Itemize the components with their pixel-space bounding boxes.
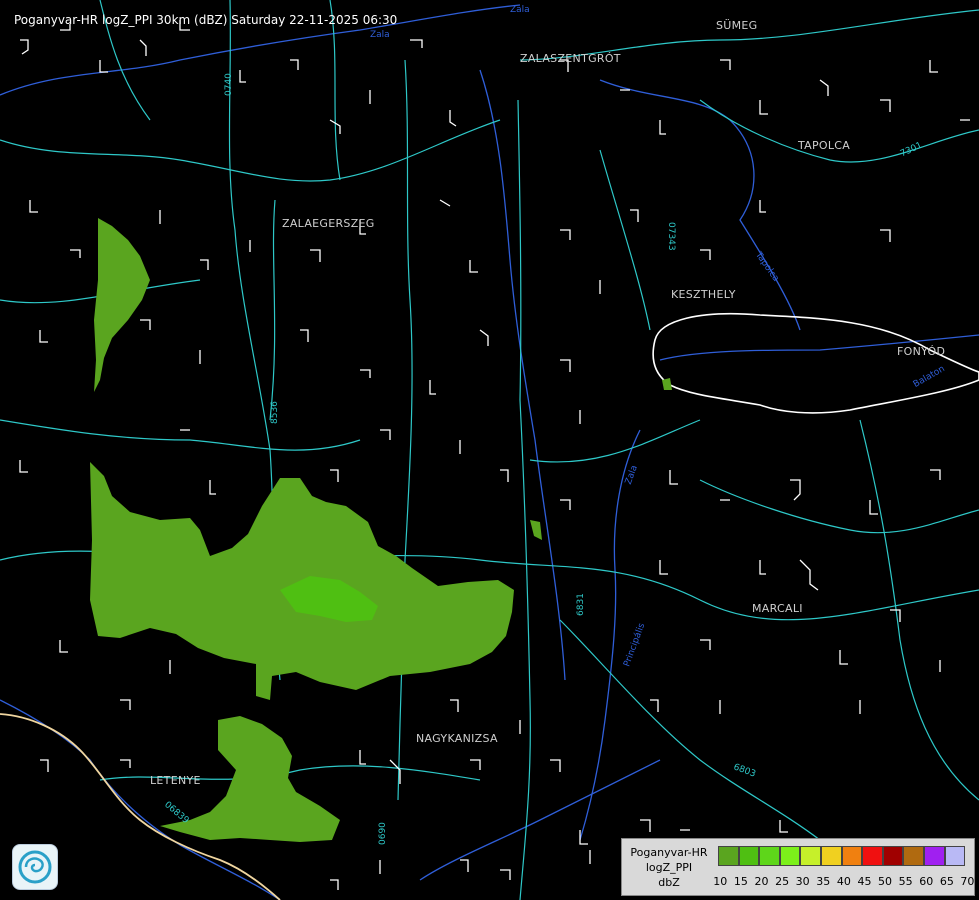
legend-tick: 10 <box>713 875 728 888</box>
city-label-keszthely: KESZTHELY <box>671 288 736 301</box>
legend-swatch <box>862 846 883 866</box>
legend-tick: 35 <box>816 875 831 888</box>
legend-tick: 25 <box>775 875 790 888</box>
city-label-sumeg: SÜMEG <box>716 19 758 32</box>
legend-source: Poganyvar-HR <box>630 846 708 859</box>
road-label: 07343 <box>666 222 676 251</box>
legend-swatch <box>923 846 945 866</box>
echo-small <box>530 520 542 540</box>
map-title: Poganyvar-HR logZ_PPI 30km (dBZ) Saturda… <box>14 13 398 27</box>
legend-title: Poganyvar-HR logZ_PPI dbZ <box>624 845 714 890</box>
city-label-nagykanizsa: NAGYKANIZSA <box>416 732 498 745</box>
legend-tick: 55 <box>898 875 913 888</box>
city-label-zalaszentgrot: ZALASZENTGRÓT <box>520 52 621 65</box>
radar-map <box>0 0 979 900</box>
legend-swatch <box>903 846 924 866</box>
road-label: 6831 <box>576 593 586 616</box>
color-legend: Poganyvar-HR logZ_PPI dbZ 10 15 20 25 30… <box>621 838 975 896</box>
road-label: 8536 <box>270 401 280 424</box>
legend-tick: 15 <box>733 875 748 888</box>
legend-tick: 20 <box>754 875 769 888</box>
legend-tick: 50 <box>878 875 893 888</box>
legend-swatch <box>738 846 760 866</box>
city-label-zalaegerszeg: ZALAEGERSZEG <box>282 217 375 230</box>
echo-dot <box>662 378 672 390</box>
legend-tick: 30 <box>795 875 810 888</box>
legend-swatches <box>718 846 966 866</box>
legend-swatch <box>759 846 780 866</box>
legend-tick: 70 <box>960 875 975 888</box>
legend-product: logZ_PPI <box>645 861 693 874</box>
radar-echoes <box>90 218 672 842</box>
legend-ticks: 10 15 20 25 30 35 40 45 50 55 60 65 70 <box>710 875 978 888</box>
legend-swatch <box>779 846 801 866</box>
river-label: Zala <box>370 30 390 40</box>
legend-tick: 45 <box>857 875 872 888</box>
city-label-marcali: MARCALI <box>752 602 803 615</box>
lake-balaton-shore <box>652 312 979 414</box>
legend-tick: 60 <box>919 875 934 888</box>
legend-tick: 40 <box>836 875 851 888</box>
legend-swatch <box>820 846 842 866</box>
city-label-letenye: LETENYE <box>150 774 201 787</box>
omsz-logo-icon <box>12 844 58 890</box>
legend-tick: 65 <box>939 875 954 888</box>
city-label-fonyod: FONYÓD <box>897 345 946 358</box>
legend-swatch <box>841 846 863 866</box>
roads <box>0 0 979 900</box>
legend-unit: dbZ <box>658 876 680 889</box>
legend-swatch <box>800 846 821 866</box>
road-label: 0690 <box>378 822 388 845</box>
city-label-tapolca: TAPOLCA <box>798 139 851 152</box>
river-label: Zala <box>510 5 530 15</box>
legend-swatch <box>882 846 904 866</box>
legend-swatch <box>718 846 739 866</box>
echo-north <box>94 218 150 392</box>
road-label: 0740 <box>224 73 234 96</box>
legend-swatch <box>944 846 966 866</box>
